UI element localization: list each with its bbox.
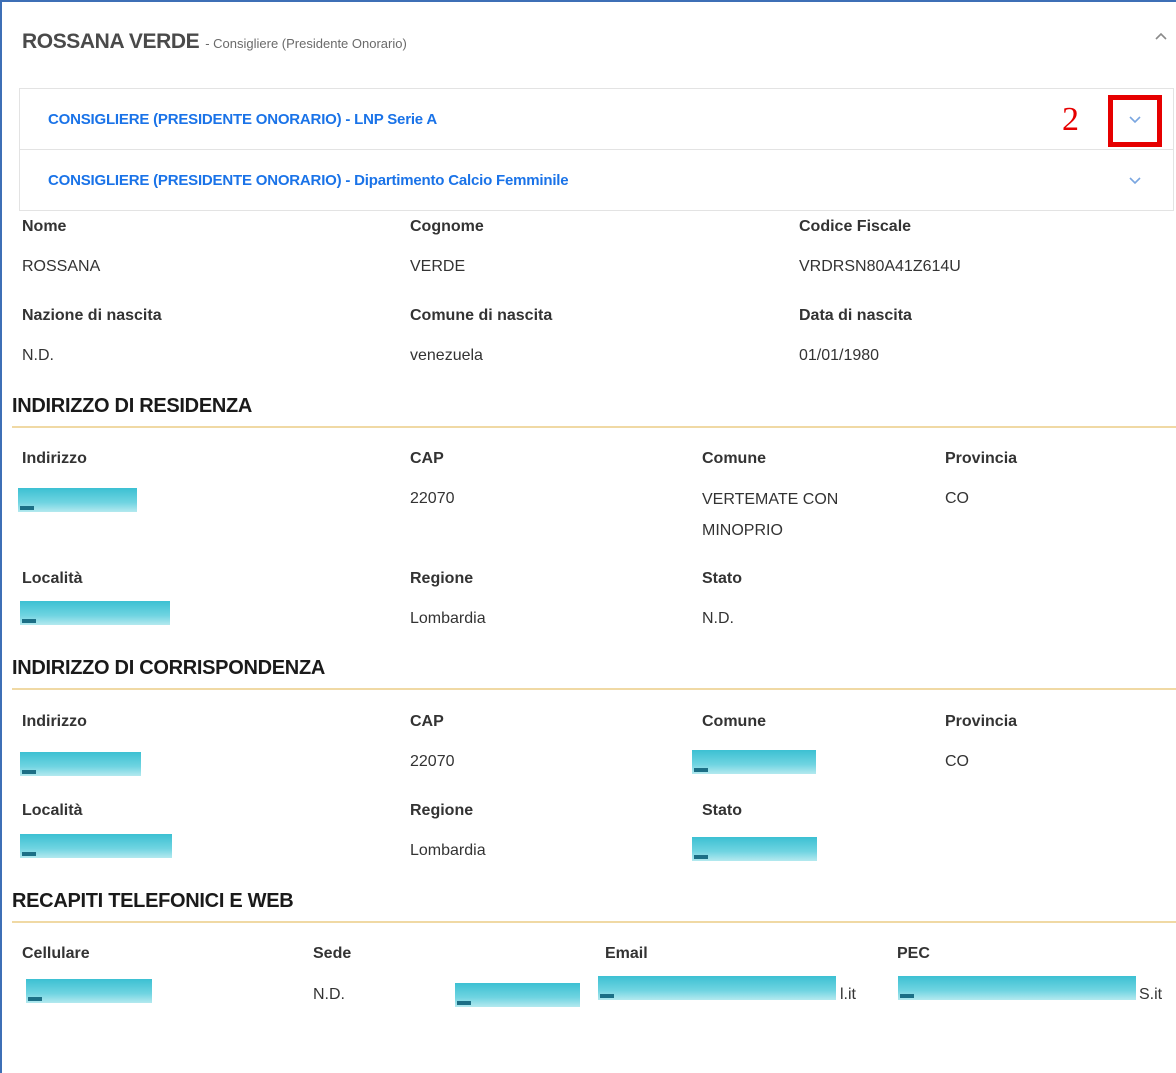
comune-nascita-label: Comune di nascita — [410, 307, 553, 324]
stato-label: Stato — [702, 802, 742, 819]
comune-value: VERTEMATE CON MINOPRIO — [702, 491, 839, 539]
redacted-indirizzo — [18, 488, 137, 512]
nome-label: Nome — [22, 218, 67, 235]
redacted-stato — [692, 837, 817, 861]
data-nascita-label: Data di nascita — [799, 307, 912, 324]
section-title-residenza: INDIRIZZO DI RESIDENZA — [12, 395, 253, 417]
regione-value: Lombardia — [410, 842, 486, 859]
redacted-comune — [692, 750, 816, 774]
redacted-indirizzo — [20, 752, 141, 776]
accordion-label: CONSIGLIERE (PRESIDENTE ONORARIO) - Dipa… — [48, 172, 569, 189]
redacted-sede — [455, 983, 580, 1007]
accordion-label: CONSIGLIERE (PRESIDENTE ONORARIO) - LNP … — [48, 111, 437, 128]
nazione-nascita-label: Nazione di nascita — [22, 307, 162, 324]
sede-value: N.D. — [313, 986, 345, 1003]
member-role: - Consigliere (Presidente Onorario) — [205, 36, 407, 51]
provincia-label: Provincia — [945, 713, 1018, 730]
indirizzo-label: Indirizzo — [22, 450, 87, 467]
chevron-down-icon[interactable] — [1124, 170, 1146, 192]
provincia-value: CO — [945, 490, 969, 507]
redacted-localita — [20, 834, 172, 858]
section-divider — [12, 426, 1176, 428]
regione-value: Lombardia — [410, 610, 486, 627]
pec-label: PEC — [897, 945, 930, 962]
annotation-number: 2 — [1062, 101, 1079, 138]
indirizzo-label: Indirizzo — [22, 713, 87, 730]
localita-label: Località — [22, 802, 83, 819]
member-name: ROSSANA VERDE — [22, 30, 200, 53]
section-divider — [12, 921, 1176, 923]
redacted-cellulare — [26, 979, 152, 1003]
redacted-localita — [20, 601, 170, 625]
cap-label: CAP — [410, 450, 444, 467]
cap-value: 22070 — [410, 490, 455, 507]
chevron-up-icon — [1155, 32, 1167, 40]
sede-label: Sede — [313, 945, 352, 962]
codice-fiscale-value: VRDRSN80A41Z614U — [799, 258, 961, 275]
cap-label: CAP — [410, 713, 444, 730]
nome-value: ROSSANA — [22, 258, 101, 275]
accordion-lnp-serie-a[interactable]: CONSIGLIERE (PRESIDENTE ONORARIO) - LNP … — [19, 88, 1174, 150]
provincia-value: CO — [945, 753, 969, 770]
pec-suffix: S.it — [1139, 986, 1163, 1003]
cap-value: 22070 — [410, 753, 455, 770]
comune-label: Comune — [702, 713, 766, 730]
localita-label: Località — [22, 570, 83, 587]
provincia-label: Provincia — [945, 450, 1018, 467]
cognome-label: Cognome — [410, 218, 484, 235]
email-label: Email — [605, 945, 648, 962]
regione-label: Regione — [410, 802, 474, 819]
section-title-corrispondenza: INDIRIZZO DI CORRISPONDENZA — [12, 657, 326, 679]
email-suffix: l.it — [840, 986, 856, 1003]
stato-label: Stato — [702, 570, 742, 587]
redacted-pec — [898, 976, 1136, 1000]
annotation-highlight-box — [1108, 95, 1162, 147]
data-nascita-value: 01/01/1980 — [799, 347, 880, 364]
codice-fiscale-label: Codice Fiscale — [799, 218, 912, 235]
section-title-recapiti: RECAPITI TELEFONICI E WEB — [12, 890, 294, 912]
stato-value: N.D. — [702, 610, 734, 627]
member-header: ROSSANA VERDE - Consigliere (Presidente … — [22, 30, 407, 60]
comune-label: Comune — [702, 450, 766, 467]
regione-label: Regione — [410, 570, 474, 587]
section-divider — [12, 688, 1176, 690]
collapse-button[interactable] — [1151, 26, 1171, 46]
redacted-email — [598, 976, 836, 1000]
cellulare-label: Cellulare — [22, 945, 90, 962]
accordion-calcio-femminile[interactable]: CONSIGLIERE (PRESIDENTE ONORARIO) - Dipa… — [19, 149, 1174, 211]
nazione-nascita-value: N.D. — [22, 347, 54, 364]
cognome-value: VERDE — [410, 258, 466, 275]
comune-nascita-value: venezuela — [410, 347, 483, 364]
